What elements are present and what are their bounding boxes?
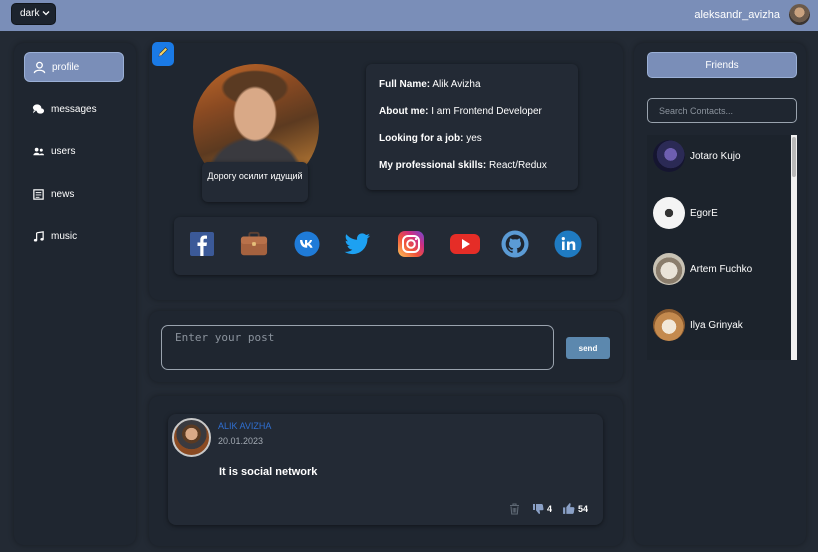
contact-name: Ilya Grinyak bbox=[690, 319, 743, 331]
contact-name: Jotaro Kujo bbox=[690, 150, 741, 162]
person-icon bbox=[32, 60, 46, 74]
dislike-button[interactable]: 4 bbox=[532, 503, 552, 515]
instagram-icon[interactable] bbox=[397, 230, 425, 258]
sidebar-item-label: profile bbox=[52, 61, 80, 73]
thumbs-down-icon bbox=[532, 503, 544, 515]
contact-search-input[interactable]: Search Contacts... bbox=[647, 98, 797, 123]
sidebar-item-label: news bbox=[51, 188, 75, 200]
profile-status[interactable]: Дорогу осилит идущий bbox=[202, 162, 308, 202]
users-icon bbox=[31, 144, 45, 158]
sidebar-item-label: music bbox=[51, 230, 78, 242]
info-label: Full Name: bbox=[379, 79, 431, 90]
user-avatar[interactable] bbox=[789, 4, 810, 25]
info-looking-for-job: Looking for a job: yes bbox=[379, 133, 578, 160]
contact-item[interactable]: Artem Fuchko bbox=[653, 252, 791, 286]
pencil-icon bbox=[157, 45, 169, 63]
post-text: It is social network bbox=[219, 466, 318, 478]
friends-button[interactable]: Friends bbox=[647, 52, 797, 78]
post-date: 20.01.2023 bbox=[218, 436, 264, 446]
contact-avatar bbox=[653, 309, 685, 341]
contact-name: Artem Fuchko bbox=[690, 263, 753, 275]
contact-name: EgorE bbox=[690, 207, 718, 219]
info-full-name: Full Name: Alik Avizha bbox=[379, 79, 578, 106]
twitter-icon[interactable] bbox=[344, 230, 372, 258]
briefcase-icon[interactable] bbox=[240, 230, 268, 258]
chevron-down-icon bbox=[42, 9, 50, 19]
send-button[interactable]: send bbox=[566, 337, 610, 359]
contact-item[interactable]: EgorE bbox=[653, 196, 791, 230]
theme-select-value: dark bbox=[20, 8, 40, 19]
contact-item[interactable]: Jotaro Kujo bbox=[653, 139, 791, 173]
sidebar-item-music[interactable]: music bbox=[24, 221, 124, 251]
post-author[interactable]: ALIK AVIZHA bbox=[218, 421, 271, 431]
info-label: My professional skills: bbox=[379, 160, 487, 171]
contacts-scrollbar-thumb[interactable] bbox=[792, 137, 796, 177]
vk-icon[interactable] bbox=[293, 230, 321, 258]
post-author-avatar bbox=[172, 418, 211, 457]
social-links bbox=[174, 217, 597, 275]
post-input[interactable]: Enter your post bbox=[161, 325, 554, 370]
sidebar-item-label: users bbox=[51, 145, 76, 157]
music-note-icon bbox=[31, 229, 45, 243]
facebook-icon[interactable] bbox=[188, 230, 216, 258]
like-button[interactable]: 54 bbox=[562, 502, 588, 515]
dislike-count: 4 bbox=[547, 503, 553, 514]
chat-bubbles-icon bbox=[31, 102, 45, 116]
info-value: Alik Avizha bbox=[432, 79, 481, 90]
github-icon[interactable] bbox=[501, 230, 529, 258]
thumbs-up-icon bbox=[562, 502, 575, 515]
edit-profile-button[interactable] bbox=[152, 42, 174, 66]
profile-info-card: Full Name: Alik Avizha About me: I am Fr… bbox=[366, 64, 578, 190]
sidebar-item-users[interactable]: users bbox=[24, 136, 124, 166]
youtube-icon[interactable] bbox=[449, 230, 481, 258]
header-username[interactable]: aleksandr_avizha bbox=[694, 9, 780, 21]
contacts-list: Jotaro Kujo EgorE Artem Fuchko Ilya Grin… bbox=[647, 135, 797, 360]
info-label: About me: bbox=[379, 106, 429, 117]
theme-select[interactable]: dark bbox=[11, 3, 56, 25]
info-value: I am Frontend Developer bbox=[431, 106, 542, 117]
like-count: 54 bbox=[578, 503, 589, 514]
info-skills: My professional skills: React/Redux bbox=[379, 160, 578, 187]
info-value: React/Redux bbox=[489, 160, 547, 171]
info-label: Looking for a job: bbox=[379, 133, 464, 144]
newspaper-icon bbox=[31, 187, 45, 201]
sidebar-item-profile[interactable]: profile bbox=[24, 52, 124, 82]
sidebar-item-label: messages bbox=[51, 103, 97, 115]
info-value: yes bbox=[466, 133, 482, 144]
contact-item[interactable]: Ilya Grinyak bbox=[653, 308, 791, 342]
trash-icon[interactable] bbox=[509, 502, 520, 515]
sidebar-item-news[interactable]: news bbox=[24, 179, 124, 209]
post-actions: 4 54 bbox=[509, 502, 588, 515]
contact-avatar bbox=[653, 253, 685, 285]
post-card: ALIK AVIZHA 20.01.2023 It is social netw… bbox=[168, 414, 603, 525]
sidebar: profile messages users news music bbox=[14, 43, 136, 545]
linkedin-icon[interactable] bbox=[554, 230, 582, 258]
contact-avatar bbox=[653, 197, 685, 229]
contact-avatar bbox=[653, 140, 685, 172]
info-about-me: About me: I am Frontend Developer bbox=[379, 106, 578, 133]
sidebar-item-messages[interactable]: messages bbox=[24, 94, 124, 124]
